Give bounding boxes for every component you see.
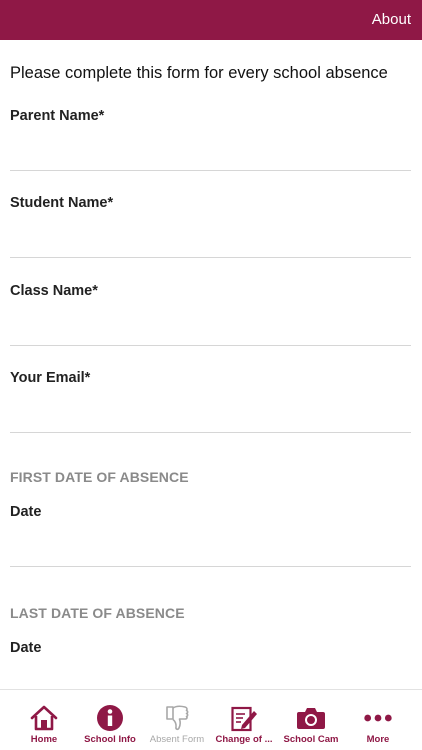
home-icon	[29, 704, 59, 732]
email-label: Your Email*	[10, 370, 91, 386]
info-icon	[95, 704, 125, 732]
tab-school-cam-label: School Cam	[283, 734, 339, 745]
tab-school-info[interactable]: School Info	[75, 690, 145, 750]
tab-absent-form[interactable]: Absent Form	[142, 690, 212, 750]
student-name-label: Student Name*	[10, 195, 114, 211]
last-date-header: LAST DATE OF ABSENCE	[10, 605, 185, 621]
thumbs-down-icon	[162, 704, 192, 732]
class-name-label: Class Name*	[10, 283, 98, 299]
app-screen: About Please complete this form for ever…	[0, 0, 422, 750]
parent-name-input[interactable]	[10, 137, 411, 171]
tab-absent-form-label: Absent Form	[149, 734, 205, 745]
parent-name-label: Parent Name*	[10, 108, 105, 124]
top-bar: About	[0, 0, 422, 40]
more-icon	[363, 704, 393, 732]
edit-icon	[229, 704, 259, 732]
camera-icon	[296, 704, 326, 732]
tab-school-info-label: School Info	[84, 734, 136, 745]
first-date-label: Date	[10, 504, 42, 520]
tab-more[interactable]: More	[343, 690, 413, 750]
about-link[interactable]: About	[372, 11, 411, 29]
last-date-label: Date	[10, 640, 42, 656]
tab-home[interactable]: Home	[9, 690, 79, 750]
tab-home-label: Home	[30, 734, 58, 745]
first-date-header: FIRST DATE OF ABSENCE	[10, 469, 189, 485]
student-name-input[interactable]	[10, 224, 411, 258]
tab-more-label: More	[366, 734, 390, 745]
form-intro: Please complete this form for every scho…	[10, 64, 388, 82]
bottom-tab-bar: Home School Info Absent Form Change of .…	[0, 689, 422, 750]
tab-change-of[interactable]: Change of ...	[209, 690, 279, 750]
tab-change-of-label: Change of ...	[215, 734, 273, 745]
class-name-input[interactable]	[10, 312, 411, 346]
tab-school-cam[interactable]: School Cam	[276, 690, 346, 750]
email-input[interactable]	[10, 399, 411, 433]
first-date-input[interactable]	[10, 533, 411, 567]
